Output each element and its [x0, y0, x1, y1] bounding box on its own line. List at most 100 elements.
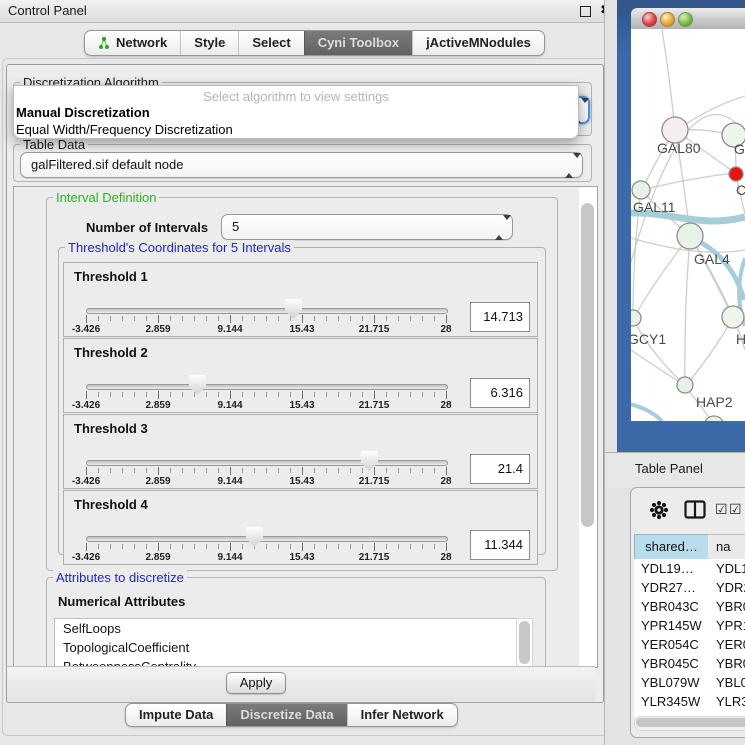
network-graph: GAL80 G C GAL11 GAL4 GCY1 H HAP2 — [631, 29, 745, 421]
tab-infer-network-label: Infer Network — [361, 704, 444, 726]
table-row[interactable]: YDL19…YDL1 — [634, 559, 745, 578]
node-partial-mid-right[interactable] — [722, 306, 744, 328]
num-intervals-combobox[interactable]: 5 — [221, 214, 513, 240]
tab-infer-network[interactable]: Infer Network — [347, 704, 457, 726]
table-row[interactable]: YDR27…YDR2 — [634, 578, 745, 597]
tick-label: 15.43 — [272, 552, 332, 563]
column-header-shared[interactable]: shared… — [634, 534, 709, 560]
cell-shared-name: YDR27… — [641, 578, 696, 597]
tick-label: -3.426 — [56, 400, 116, 411]
threshold-2-label: Threshold 2 — [74, 345, 148, 360]
tab-impute-data[interactable]: Impute Data — [126, 704, 226, 726]
tick-label: 9.144 — [200, 400, 260, 411]
threshold-1-value-field[interactable]: 14.713 — [470, 302, 530, 332]
slider-major-tick — [230, 391, 231, 399]
scrollpane-scrollbar-track[interactable] — [579, 187, 597, 667]
node-hap2[interactable] — [677, 377, 693, 393]
slider-major-tick — [302, 543, 303, 551]
tick-label: 9.144 — [200, 324, 260, 335]
node-red-selected[interactable] — [729, 167, 743, 181]
float-window-icon[interactable] — [580, 6, 591, 17]
slider-major-tick — [158, 391, 159, 399]
column-layout-icon[interactable] — [684, 500, 706, 519]
panel-title: Control Panel — [8, 3, 87, 18]
label-hap2: HAP2 — [696, 394, 733, 410]
list-scrollbar-track[interactable] — [516, 618, 533, 667]
threshold-4-slider-track[interactable] — [86, 536, 448, 542]
node-gcy1[interactable] — [631, 310, 641, 326]
cell-shared-name: YBR043C — [641, 597, 699, 616]
table-data-selected-value: galFiltered.sif default node — [31, 153, 183, 177]
tab-discretize-data[interactable]: Discretize Data — [226, 704, 346, 726]
label-gal4: GAL4 — [694, 251, 730, 267]
list-scrollbar-thumb[interactable] — [519, 621, 530, 664]
numerical-attributes-list[interactable]: SelfLoops TopologicalCoefficient Between… — [54, 618, 518, 667]
interval-definition-title: Interval Definition — [53, 190, 159, 205]
table-row[interactable]: YBL079WYBL0 — [634, 673, 745, 692]
tick-label: 9.144 — [200, 476, 260, 487]
dropdown-option-equal-width[interactable]: Equal Width/Frequency Discretization — [16, 122, 233, 137]
combo-arrows-icon — [565, 158, 573, 173]
table-hscrollbar-track[interactable] — [634, 716, 745, 731]
node-partial-bottom[interactable] — [704, 416, 724, 421]
threshold-2-panel: Threshold 2 -3.426 2.859 9.144 15.43 21.… — [63, 338, 538, 413]
tick-label: -3.426 — [56, 552, 116, 563]
label-partial-c: C — [736, 182, 745, 198]
tab-style[interactable]: Style — [180, 31, 238, 55]
app-root: Control Panel ✖ Network Style Select Cyn… — [0, 0, 745, 745]
list-item-topologicalcoefficient[interactable]: TopologicalCoefficient — [55, 638, 517, 657]
table-hscrollbar-thumb[interactable] — [636, 718, 745, 727]
table-row[interactable]: YBR045C YBR0 — [634, 654, 745, 673]
table-row[interactable]: YER054CYER0 — [634, 635, 745, 654]
control-panel-titlebar: Control Panel ✖ — [0, 0, 617, 23]
tab-select[interactable]: Select — [238, 31, 303, 55]
node-gal4[interactable] — [677, 223, 703, 249]
cell-shared-name: YLR345W — [641, 692, 700, 711]
network-window-titlebar[interactable] — [631, 8, 745, 30]
table-data-combobox[interactable]: galFiltered.sif default node — [20, 152, 583, 178]
threshold-4-value-field[interactable]: 11.344 — [470, 530, 530, 560]
table-row[interactable]: YLR345WYLR3 — [634, 692, 745, 711]
threshold-3-slider-track[interactable] — [86, 460, 448, 466]
minimize-traffic-light-icon[interactable] — [660, 12, 675, 27]
algorithm-dropdown-popup: Select algorithm to view settings Manual… — [13, 85, 579, 139]
close-traffic-light-icon[interactable] — [642, 12, 657, 27]
gear-icon[interactable] — [648, 499, 670, 521]
tab-network[interactable]: Network — [85, 31, 180, 55]
slider-major-tick — [230, 315, 231, 323]
combo-arrows-icon — [495, 220, 503, 235]
table-row[interactable]: YBR043CYBR0 — [634, 597, 745, 616]
apply-button[interactable]: Apply — [226, 672, 286, 694]
tick-label: 21.715 — [344, 552, 404, 563]
tick-label: 15.43 — [272, 400, 332, 411]
slider-major-tick — [446, 315, 447, 323]
apply-strip — [7, 666, 595, 701]
node-gal11[interactable] — [632, 181, 650, 199]
threshold-3-value-field[interactable]: 21.4 — [470, 454, 530, 484]
network-canvas[interactable]: GAL80 G C GAL11 GAL4 GCY1 H HAP2 — [631, 29, 745, 421]
threshold-2-slider-track[interactable] — [86, 384, 448, 390]
cell-shared-name: YBR045C — [641, 654, 699, 673]
slider-major-tick — [302, 315, 303, 323]
tab-cyni-toolbox[interactable]: Cyni Toolbox — [304, 31, 412, 55]
tab-jactivemnodules[interactable]: jActiveMNodules — [412, 31, 544, 55]
settings-scrollpane: Interval Definition Number of Intervals … — [13, 186, 598, 668]
threshold-1-slider-track[interactable] — [86, 308, 448, 314]
checkbox-icon[interactable]: ☑ — [715, 501, 728, 518]
cell-shared-name: YER054C — [641, 635, 699, 654]
list-item-selfloops[interactable]: SelfLoops — [55, 619, 517, 638]
table-row[interactable]: YPR145WYPR1 — [634, 616, 745, 635]
zoom-traffic-light-icon[interactable] — [678, 12, 693, 27]
column-header-name[interactable]: na — [708, 534, 745, 560]
cell-name: YDL1 — [716, 559, 745, 578]
network-icon — [98, 36, 110, 50]
cell-name: YBR0 — [716, 654, 745, 673]
tab-network-label: Network — [116, 31, 167, 55]
dropdown-option-manual[interactable]: Manual Discretization — [16, 105, 150, 120]
checkbox-icon[interactable]: ☑ — [729, 501, 742, 518]
tick-label: 21.715 — [344, 400, 404, 411]
slider-major-tick — [158, 467, 159, 475]
threshold-2-value-field[interactable]: 6.316 — [470, 378, 530, 408]
tick-label: 15.43 — [272, 476, 332, 487]
scrollpane-scrollbar-thumb[interactable] — [581, 203, 594, 527]
